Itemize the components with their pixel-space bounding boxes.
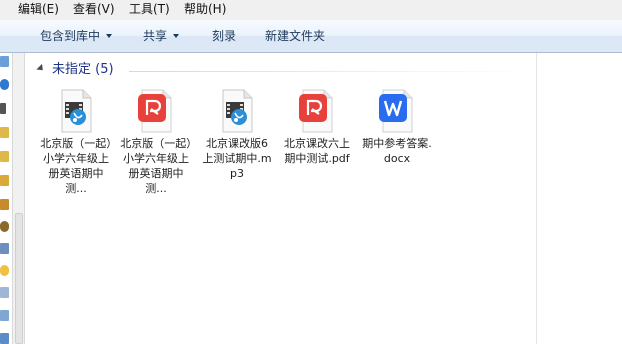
scrollbar-thumb[interactable]	[15, 213, 23, 344]
new-folder-button[interactable]: 新建文件夹	[265, 28, 325, 44]
text-icon[interactable]	[0, 103, 6, 114]
menu-view[interactable]: 查看(V)	[73, 2, 115, 17]
user-icon[interactable]	[0, 221, 9, 232]
document-icon[interactable]	[0, 243, 9, 254]
file-name: 北京版（一起）小学六年级上册英语期中测...	[40, 137, 112, 195]
folder-icon[interactable]	[0, 127, 9, 138]
chevron-down-icon	[106, 34, 113, 38]
menu-edit[interactable]: 编辑(E)	[18, 2, 59, 17]
video-file-icon	[61, 89, 92, 133]
command-bar: 包含到库中 共享 刻录 新建文件夹	[0, 19, 622, 53]
file-name: 期中参考答案.docx	[362, 137, 432, 165]
share-button[interactable]: 共享	[143, 28, 180, 44]
search-icon[interactable]	[0, 287, 9, 298]
favorite-star-icon[interactable]	[0, 265, 9, 276]
navigation-pane[interactable]	[0, 53, 12, 344]
collapse-triangle-icon[interactable]	[36, 63, 46, 74]
file-list-pane[interactable]: 未指定 (5) 北京版（一起）小学六年级上册英语期中测... 北京版（一起）小学…	[26, 53, 536, 344]
word-file-icon	[379, 89, 413, 133]
menu-tools[interactable]: 工具(T)	[129, 2, 170, 17]
group-title: 未指定 (5)	[52, 62, 114, 77]
file-name: 北京课改版6上测试期中.mp3	[202, 137, 272, 180]
folder-icon[interactable]	[0, 151, 9, 162]
group-divider	[129, 71, 532, 72]
menu-bar: 编辑(E) 查看(V) 工具(T) 帮助(H)	[0, 0, 622, 19]
computer-icon[interactable]	[0, 333, 9, 344]
share-label: 共享	[143, 29, 168, 43]
folder-icon[interactable]	[0, 175, 9, 186]
picture-icon[interactable]	[0, 310, 9, 321]
burn-button[interactable]: 刻录	[212, 28, 236, 44]
menu-help[interactable]: 帮助(H)	[184, 2, 226, 17]
preview-pane	[536, 53, 622, 344]
navigation-scrollbar[interactable]	[12, 53, 25, 344]
audio-file-icon	[222, 89, 253, 133]
include-in-library-button[interactable]: 包含到库中	[40, 28, 113, 44]
include-in-library-label: 包含到库中	[40, 29, 101, 43]
folder-icon[interactable]	[0, 199, 9, 210]
library-icon[interactable]	[0, 56, 9, 67]
chevron-down-icon	[173, 34, 180, 38]
file-name: 北京版（一起）小学六年级上册英语期中测...	[120, 137, 192, 195]
pdf-file-icon	[138, 89, 172, 133]
file-name: 北京课改六上 期中测试.pdf	[284, 137, 350, 165]
music-icon[interactable]	[0, 79, 9, 90]
pdf-file-icon	[299, 89, 333, 133]
